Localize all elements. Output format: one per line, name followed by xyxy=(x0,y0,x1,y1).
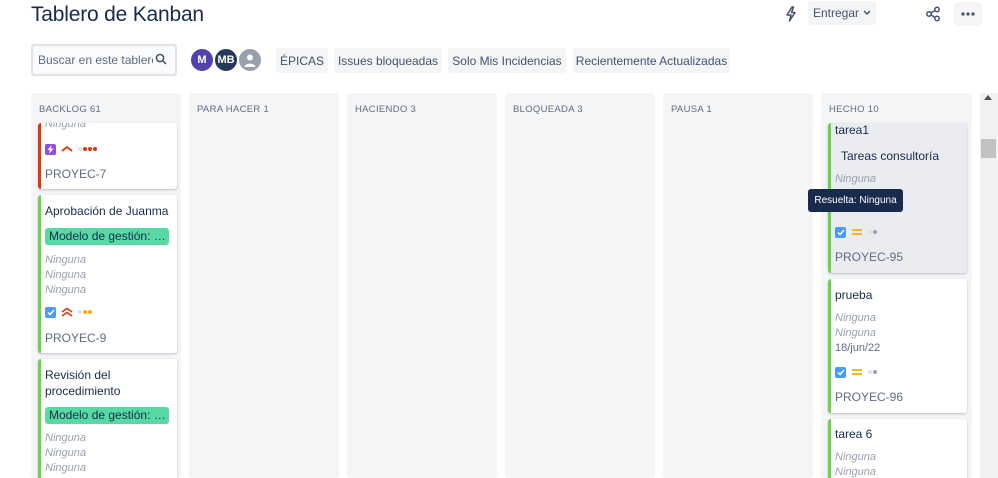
estimate-dots-icon xyxy=(78,310,92,314)
card-color-bar xyxy=(38,359,41,478)
card-field: Ninguna xyxy=(45,254,86,266)
filter-recientemente-actualizadas[interactable]: Recientemente Actualizadas xyxy=(573,48,730,73)
card-color-bar xyxy=(38,195,41,353)
card-field: Ninguna xyxy=(835,451,876,463)
card-key: PROYEC-9 xyxy=(45,331,107,345)
card-key: PROYEC-7 xyxy=(45,167,107,181)
card-field: Ninguna xyxy=(45,432,86,444)
card-icons xyxy=(835,226,877,238)
column-hecho: HECHO 10 tarea1 Tareas consultoría Ningu… xyxy=(821,93,972,478)
automation-button[interactable] xyxy=(780,3,802,25)
share-icon xyxy=(926,6,940,22)
scroll-thumb[interactable] xyxy=(981,139,996,158)
card-icons xyxy=(835,366,877,378)
estimate-dots-icon xyxy=(868,370,877,374)
task-checkbox-icon xyxy=(835,226,846,238)
card-field: Ninguna xyxy=(45,284,86,296)
share-button[interactable] xyxy=(920,2,946,26)
filter-epicas[interactable]: ÉPICAS xyxy=(276,48,328,73)
chevron-down-icon xyxy=(863,10,871,16)
card-summary: Revisión del xyxy=(45,368,111,382)
card-subtask: Tareas consultoría xyxy=(841,149,940,163)
card-color-bar xyxy=(828,279,831,413)
filter-solo-mis-incidencias[interactable]: Solo Mis Incidencias xyxy=(448,48,566,73)
estimate-dots-icon xyxy=(868,230,877,234)
column-header: PAUSA 1 xyxy=(671,104,712,115)
column-header: BLOQUEADA 3 xyxy=(513,104,583,115)
column-para-hacer: PARA HACER 1 xyxy=(189,93,339,478)
avatar-m[interactable]: M xyxy=(189,47,215,73)
board-title: Tablero de Kanban xyxy=(31,3,204,26)
card-summary: Aprobación de Juanma xyxy=(45,204,169,218)
column-header: BACKLOG 61 xyxy=(39,104,102,115)
card-field: Ninguna xyxy=(835,466,876,478)
card-color-bar xyxy=(38,123,41,189)
column-bloqueada: BLOQUEADA 3 xyxy=(505,93,655,478)
card-field: Ninguna xyxy=(835,312,876,324)
estimate-dots-icon xyxy=(78,147,97,151)
card-date: 18/jun/22 xyxy=(835,342,881,354)
board-search[interactable] xyxy=(31,44,177,76)
card-field: Ninguna xyxy=(45,269,86,281)
priority-medium-icon xyxy=(852,229,862,235)
card-field: Ninguna xyxy=(45,462,86,474)
bolt-icon xyxy=(786,6,796,22)
epic-label: Modelo de gestión: procedimiento xyxy=(45,228,169,245)
more-icon xyxy=(961,12,975,16)
card-summary: prueba xyxy=(835,288,873,302)
column-header: HECHO 10 xyxy=(829,104,879,115)
card-icons xyxy=(45,143,97,155)
task-checkbox-icon xyxy=(45,306,56,318)
resolution-tooltip: Resuelta: Ninguna xyxy=(808,189,903,212)
card-proyec-9[interactable]: Aprobación de Juanma Modelo de gestión: … xyxy=(38,195,177,353)
column-backlog: BACKLOG 61 Ninguna PROYEC-7 Aprobación d… xyxy=(31,93,181,478)
card-color-bar xyxy=(828,419,831,478)
card-proyec-7[interactable]: Ninguna PROYEC-7 xyxy=(38,123,177,189)
deliver-label: Entregar xyxy=(812,6,860,20)
column-header: HACIENDO 3 xyxy=(355,104,417,115)
card-summary: tarea1 xyxy=(835,123,870,137)
priority-highest-icon xyxy=(61,307,73,317)
card-icons xyxy=(45,306,92,318)
card-field: Ninguna xyxy=(835,173,876,185)
task-checkbox-icon xyxy=(835,366,846,378)
search-input[interactable] xyxy=(33,46,153,74)
priority-medium-icon xyxy=(852,369,862,375)
epic-label: Modelo de gestión: procedimiento xyxy=(45,407,169,424)
card-field: Ninguna xyxy=(45,447,86,459)
more-actions-button[interactable] xyxy=(954,2,982,26)
avatar-mb[interactable]: MB xyxy=(213,47,239,73)
avatar-unassigned[interactable] xyxy=(237,47,263,73)
column-haciendo: HACIENDO 3 xyxy=(347,93,497,478)
card-summary: tarea 6 xyxy=(835,427,873,441)
card-tarea-6[interactable]: tarea 6 Ninguna Ninguna xyxy=(828,419,967,478)
card-summary-cont: procedimiento xyxy=(45,384,121,398)
card-revision-procedimiento[interactable]: Revisión del procedimiento Modelo de ges… xyxy=(38,359,177,478)
story-icon xyxy=(45,143,56,155)
card-key: PROYEC-96 xyxy=(835,390,904,404)
priority-high-icon xyxy=(61,145,73,152)
filter-issues-bloqueadas[interactable]: Issues bloqueadas xyxy=(334,48,442,73)
search-icon xyxy=(155,53,167,65)
vertical-scrollbar[interactable] xyxy=(980,93,998,478)
card-proyec-96[interactable]: prueba Ninguna Ninguna 18/jun/22 PROYEC-… xyxy=(828,279,967,413)
card-key: PROYEC-95 xyxy=(835,250,904,264)
column-header: PARA HACER 1 xyxy=(197,104,270,115)
scroll-up-arrow-icon[interactable] xyxy=(984,95,992,100)
card-field: Ninguna xyxy=(835,327,876,339)
deliver-button[interactable]: Entregar xyxy=(808,1,876,25)
user-icon xyxy=(244,54,256,67)
column-pausa: PAUSA 1 xyxy=(663,93,813,478)
card-field: Ninguna xyxy=(45,123,86,130)
